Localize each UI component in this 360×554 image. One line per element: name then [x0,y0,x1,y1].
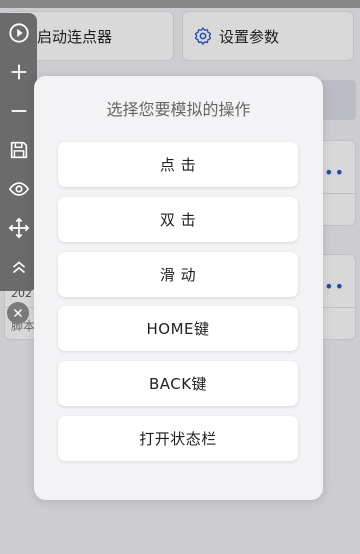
remove-point-button[interactable] [0,91,37,130]
floating-toolbar [0,13,37,291]
dialog-title: 选择您要模拟的操作 [106,100,251,119]
save-icon [10,141,27,158]
close-toolbar-button[interactable] [7,302,29,324]
collapse-icon [12,260,25,273]
option-click[interactable]: 点 击 [58,142,298,187]
eye-icon [8,181,29,196]
close-icon [14,309,22,317]
play-button[interactable] [0,13,37,52]
minus-icon [11,109,26,112]
add-point-button[interactable] [0,52,37,91]
collapse-button[interactable] [0,247,37,286]
action-dialog: 选择您要模拟的操作 点 击 双 击 滑 动 HOME键 BACK键 打开状态栏 [34,76,323,500]
option-double-click[interactable]: 双 击 [58,197,298,242]
move-button[interactable] [0,208,37,247]
option-home-key[interactable]: HOME键 [58,306,298,351]
save-button[interactable] [0,130,37,169]
option-open-statusbar[interactable]: 打开状态栏 [58,416,298,461]
visibility-button[interactable] [0,169,37,208]
play-icon [8,22,29,43]
plus-icon [11,64,26,79]
option-swipe[interactable]: 滑 动 [58,252,298,297]
move-icon [8,217,29,238]
option-back-key[interactable]: BACK键 [58,361,298,406]
